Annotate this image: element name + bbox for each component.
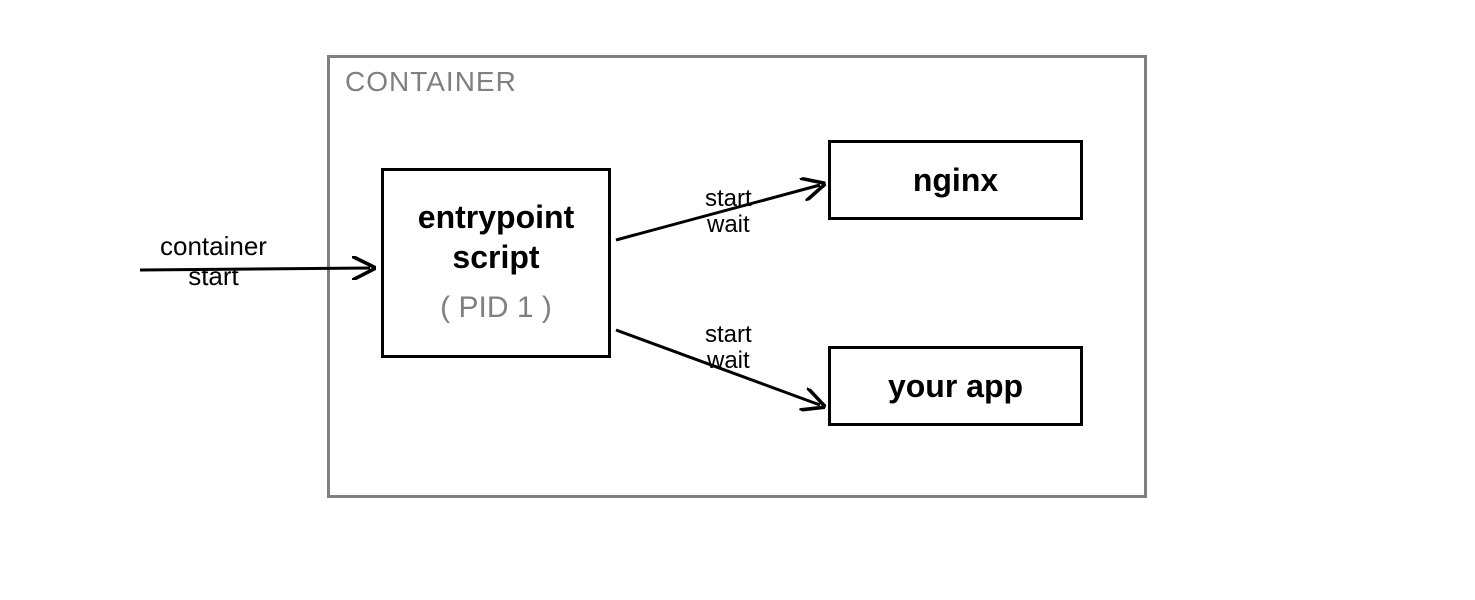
container-title: CONTAINER [345, 66, 517, 98]
entrypoint-label-line2: script [384, 239, 608, 276]
arrow-label-wait-line2-nginx: wait [707, 211, 750, 238]
your-app-box: your app [828, 346, 1083, 426]
arrow-label-container-start-line2: start [188, 261, 239, 291]
arrow-label-start-line1-app: start [705, 321, 752, 348]
entrypoint-box: entrypoint script ( PID 1 ) [381, 168, 611, 358]
your-app-label: your app [888, 368, 1023, 405]
arrow-label-start-wait-app: start wait [705, 322, 752, 375]
arrow-label-container-start: container start [160, 232, 267, 292]
entrypoint-label-line1: entrypoint [384, 199, 608, 236]
arrow-label-wait-line2-app: wait [707, 347, 750, 374]
arrow-label-start-line1-nginx: start [705, 185, 752, 212]
entrypoint-pid-label: ( PID 1 ) [384, 291, 608, 325]
diagram-canvas: CONTAINER entrypoint script ( PID 1 ) ng… [0, 0, 1475, 600]
arrow-label-container-start-line1: container [160, 231, 267, 261]
nginx-label: nginx [913, 162, 998, 199]
nginx-box: nginx [828, 140, 1083, 220]
arrow-label-start-wait-nginx: start wait [705, 186, 752, 239]
